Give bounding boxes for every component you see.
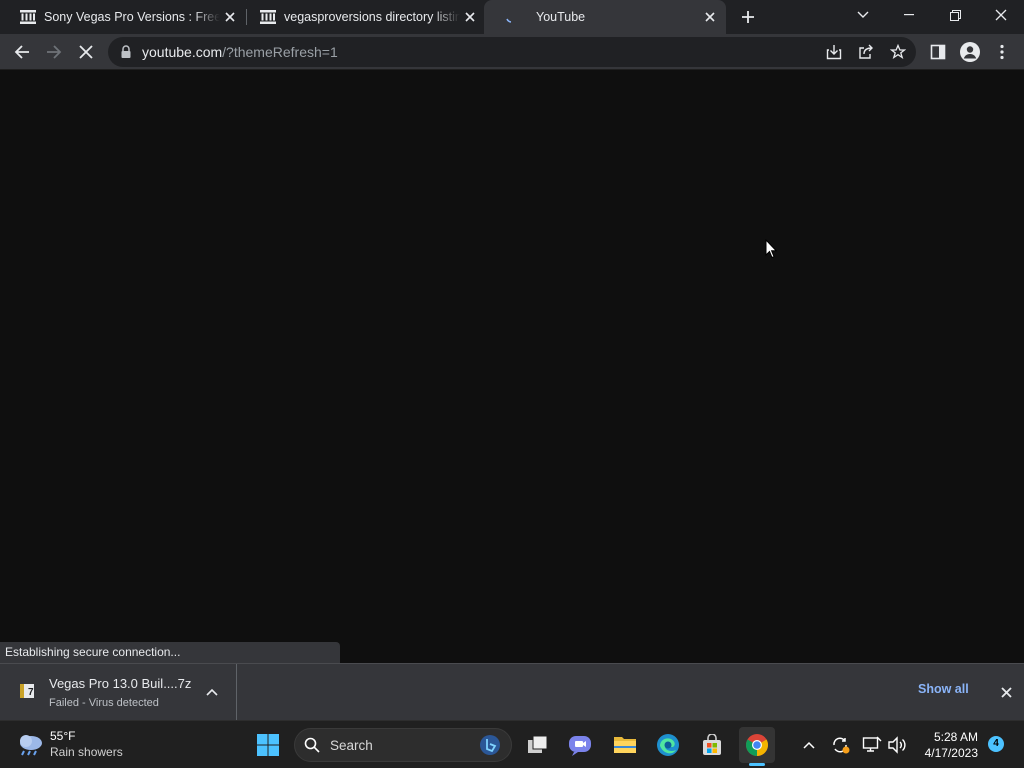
edge-icon: [657, 734, 679, 756]
avatar-icon: [960, 42, 980, 62]
close-tab-icon[interactable]: [700, 7, 720, 27]
close-download-shelf-button[interactable]: [995, 681, 1017, 703]
teams-chat-button[interactable]: [562, 727, 598, 763]
store-icon: [703, 734, 721, 755]
url-path: /?themeRefresh=1: [222, 44, 338, 60]
screen: Sony Vegas Pro Versions : Free Do vegasp…: [0, 0, 1024, 768]
mouse-cursor-icon: [765, 239, 777, 259]
search-icon: [304, 737, 320, 753]
status-bubble: Establishing secure connection...: [0, 642, 340, 663]
microsoft-store-button[interactable]: [694, 727, 730, 763]
clock-time: 5:28 AM: [933, 730, 978, 744]
svg-text:7: 7: [28, 687, 34, 698]
tab-title: vegasproversions directory listing: [284, 10, 460, 24]
install-icon: [826, 45, 842, 60]
show-all-downloads-link[interactable]: Show all: [918, 682, 969, 696]
folder-icon: [614, 737, 636, 753]
chevron-up-icon: [803, 741, 815, 749]
sync-icon: [833, 737, 850, 754]
network-icon: [862, 736, 882, 752]
tab-vegasproversions-listing[interactable]: vegasproversions directory listing: [240, 0, 486, 34]
close-tab-icon[interactable]: [220, 7, 240, 27]
close-icon: [79, 45, 93, 59]
install-app-button[interactable]: [822, 40, 846, 64]
archive-icon: [20, 9, 36, 25]
windows-logo-icon: [257, 734, 279, 756]
active-app-indicator: [749, 763, 765, 766]
task-view-icon: [528, 735, 548, 753]
chrome-taskbar-button[interactable]: [739, 727, 775, 763]
tab-title: YouTube: [536, 10, 586, 24]
plus-icon: [742, 11, 754, 23]
new-tab-button[interactable]: [736, 5, 760, 29]
arrow-left-icon: [14, 45, 29, 59]
windows-taskbar: 55°F Rain showers Search 5:28 AM 4/17/20…: [0, 720, 1024, 768]
taskbar-clock[interactable]: 5:28 AM 4/17/2023: [916, 729, 978, 761]
profile-button[interactable]: [956, 38, 984, 66]
chevron-down-icon: [857, 11, 869, 18]
arrow-right-icon: [47, 45, 62, 59]
tab-search-button[interactable]: [840, 0, 886, 30]
chat-icon: [569, 736, 591, 756]
close-icon: [995, 9, 1007, 21]
chrome-menu-button[interactable]: [988, 38, 1016, 66]
clock-date: 4/17/2023: [924, 746, 978, 760]
url-host: youtube.com: [142, 44, 223, 60]
restore-icon: [949, 9, 961, 21]
tab-youtube[interactable]: YouTube: [484, 0, 726, 34]
task-view-button[interactable]: [520, 727, 556, 763]
side-panel-icon: [930, 44, 946, 60]
close-tab-icon[interactable]: [460, 7, 480, 27]
volume-button[interactable]: [884, 731, 910, 759]
bing-chat-icon: [480, 735, 500, 755]
share-button[interactable]: [854, 40, 878, 64]
lock-icon: [121, 45, 131, 58]
download-item[interactable]: 7 Vegas Pro 13.0 Buil....7z Failed - Vir…: [0, 664, 237, 720]
loading-spinner-icon: [504, 9, 520, 25]
weather-condition: Rain showers: [50, 745, 123, 759]
network-button[interactable]: [859, 731, 885, 759]
weather-temperature: 55°F: [50, 729, 76, 743]
rain-cloud-icon: [20, 735, 42, 756]
edge-browser-button[interactable]: [650, 727, 686, 763]
forward-button[interactable]: [40, 38, 68, 66]
share-icon: [859, 44, 873, 59]
bookmark-star-button[interactable]: [886, 40, 910, 64]
weather-widget[interactable]: 55°F Rain showers: [14, 727, 144, 763]
start-button[interactable]: [250, 727, 286, 763]
minimize-icon: [904, 14, 914, 16]
show-hidden-icons-button[interactable]: [796, 731, 822, 759]
restore-button[interactable]: [932, 0, 978, 30]
download-filename: Vegas Pro 13.0 Buil....7z: [49, 676, 192, 691]
download-shelf: 7 Vegas Pro 13.0 Buil....7z Failed - Vir…: [0, 663, 1024, 720]
archive-file-icon: 7: [20, 684, 34, 698]
side-panel-button[interactable]: [924, 38, 952, 66]
tab-sony-vegas-versions[interactable]: Sony Vegas Pro Versions : Free Do: [0, 0, 246, 34]
close-icon: [1000, 686, 1012, 698]
download-options-button[interactable]: [202, 682, 222, 702]
browser-toolbar: youtube.com/?themeRefresh=1: [0, 34, 1024, 70]
file-explorer-button[interactable]: [607, 727, 643, 763]
tab-title: Sony Vegas Pro Versions : Free Do: [44, 10, 220, 24]
search-label: Search: [330, 738, 373, 753]
taskbar-search[interactable]: Search: [294, 728, 512, 762]
back-button[interactable]: [8, 38, 36, 66]
stop-loading-button[interactable]: [72, 38, 100, 66]
chrome-icon: [746, 734, 768, 756]
archive-icon: [260, 9, 276, 25]
notification-badge[interactable]: 4: [988, 736, 1004, 752]
download-status: Failed - Virus detected: [49, 697, 159, 709]
tab-strip: Sony Vegas Pro Versions : Free Do vegasp…: [0, 0, 1024, 34]
speaker-icon: [888, 736, 906, 754]
minimize-button[interactable]: [886, 0, 932, 30]
star-icon: [890, 44, 906, 60]
address-bar[interactable]: youtube.com/?themeRefresh=1: [108, 37, 916, 67]
kebab-menu-icon: [1000, 44, 1004, 60]
sync-status-button[interactable]: [828, 731, 854, 759]
url-text: youtube.com/?themeRefresh=1: [142, 44, 338, 60]
close-window-button[interactable]: [978, 0, 1024, 30]
page-content: [0, 71, 1024, 663]
chevron-up-icon: [206, 688, 218, 696]
